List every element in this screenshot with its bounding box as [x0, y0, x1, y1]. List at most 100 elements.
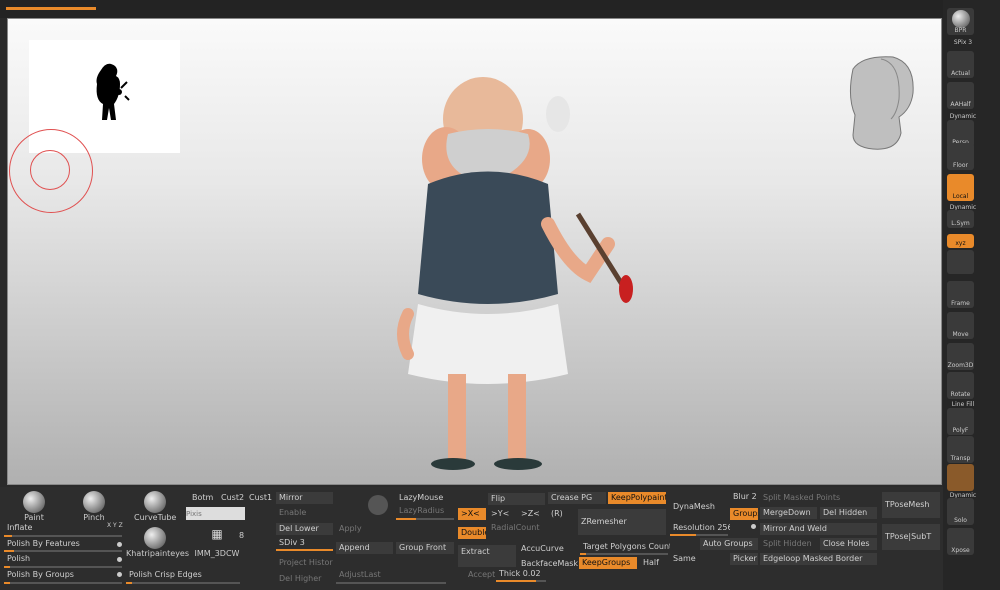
dynamesh-button[interactable]: DynaMesh — [670, 501, 726, 513]
half-button[interactable]: Half — [640, 557, 668, 569]
dynamesh-dot[interactable] — [751, 524, 756, 529]
x-symmetry-button[interactable]: >X< — [458, 508, 486, 520]
mirror-button[interactable]: Mirror — [276, 492, 333, 504]
transp-button[interactable]: Transp — [947, 436, 974, 463]
solo-button[interactable]: Solo — [947, 498, 974, 525]
khatri-brush-icon — [144, 527, 166, 549]
accucurve-button[interactable]: AccuCurve — [518, 543, 578, 555]
polish-groups-track[interactable] — [4, 582, 122, 584]
flip-button[interactable]: Flip — [488, 493, 545, 505]
inflate-axes: X Y Z — [107, 522, 123, 529]
zremesher-button[interactable]: ZRemesher — [578, 509, 666, 535]
apply-button[interactable]: Apply — [336, 523, 393, 535]
radial-symmetry-button[interactable]: (R) — [548, 508, 576, 520]
project-history-button[interactable]: Project History — [276, 557, 333, 569]
picker-button[interactable]: Picker — [730, 553, 758, 565]
accept-button[interactable]: Accept — [465, 569, 495, 581]
curvetube-brush-button[interactable]: CurveTube — [134, 491, 176, 522]
aahalf-button[interactable]: AAHalf — [947, 82, 974, 109]
polish-groups-dot[interactable] — [117, 572, 122, 577]
floor-button[interactable]: Floor — [947, 143, 974, 170]
polish-groups-slider[interactable]: Polish By Groups — [4, 569, 114, 581]
brush-search-input[interactable] — [186, 507, 245, 520]
double-button[interactable]: Double — [458, 527, 486, 539]
thick-track[interactable] — [496, 580, 546, 582]
actual-button[interactable]: Actual — [947, 51, 974, 78]
same-button[interactable]: Same — [670, 553, 700, 565]
lazymouse-button[interactable]: LazyMouse — [396, 492, 456, 504]
tpose-subt-button[interactable]: TPose|SubT — [882, 524, 940, 550]
inflate-track[interactable] — [4, 535, 122, 537]
radialcount-slider[interactable]: RadialCount — [488, 522, 576, 534]
paint-brush-icon — [23, 491, 45, 513]
adjust-last-track[interactable] — [336, 582, 446, 584]
rotate-button[interactable]: Rotate — [947, 372, 974, 399]
brush-focal-ring — [30, 150, 70, 190]
inflate-slider[interactable]: Inflate — [4, 522, 104, 534]
cust1-button[interactable]: Cust1 — [246, 492, 274, 504]
lsym-button[interactable]: L.Sym — [947, 210, 974, 228]
split-masked-button[interactable]: Split Masked Points — [760, 492, 870, 504]
polish-features-track[interactable] — [4, 550, 122, 552]
blur-slider[interactable]: Blur 2 — [730, 491, 758, 503]
del-higher-button[interactable]: Del Higher — [276, 573, 333, 585]
tposemesh-button[interactable]: TPoseMesh — [882, 492, 940, 518]
append-button[interactable]: Append — [336, 542, 393, 554]
polish-crisp-track[interactable] — [126, 582, 240, 584]
resolution-slider[interactable]: Resolution 256 — [670, 522, 730, 534]
close-holes-button[interactable]: Close Holes — [820, 538, 877, 550]
mergedown-button[interactable]: MergeDown — [760, 507, 817, 519]
polyf-button[interactable]: PolyF — [947, 408, 974, 435]
adjust-last-slider[interactable]: AdjustLast — [336, 569, 446, 581]
khatripainteyes-brush-button[interactable]: Khatripainteyes — [126, 527, 189, 558]
keeppolypaint-button[interactable]: KeepPolypaint — [608, 492, 666, 504]
group-front-button[interactable]: Group Front — [396, 542, 454, 554]
sdiv-slider[interactable]: SDiv 3 — [276, 537, 333, 549]
navigation-head[interactable] — [833, 39, 933, 159]
groups-button[interactable]: Groups — [730, 508, 758, 520]
target-polygons-slider[interactable]: Target Polygons Count 5 — [580, 541, 670, 553]
polish-crisp-slider[interactable]: Polish Crisp Edges — [126, 569, 240, 581]
polish-dot[interactable] — [117, 557, 122, 562]
enable-button[interactable]: Enable — [276, 507, 333, 519]
polish-track[interactable] — [4, 566, 122, 568]
ghost-button[interactable] — [947, 464, 974, 491]
polish-features-dot[interactable] — [117, 542, 122, 547]
cust2-button[interactable]: Cust2 — [218, 492, 246, 504]
thick-slider[interactable]: Thick 0.02 — [496, 568, 546, 580]
z-symmetry-button[interactable]: >Z< — [518, 508, 546, 520]
edgeloop-button[interactable]: Edgeloop Masked Border — [760, 553, 877, 565]
del-lower-button[interactable]: Del Lower — [276, 523, 333, 535]
bottom-tray: Paint Pinch CurveTube Botm Cust2 Cust1 K… — [0, 487, 943, 590]
sdiv-track[interactable] — [276, 549, 333, 551]
pinch-brush-button[interactable]: Pinch — [78, 491, 110, 522]
paint-brush-button[interactable]: Paint — [18, 491, 50, 522]
auto-groups-button[interactable]: Auto Groups — [700, 538, 758, 550]
target-polygons-track[interactable] — [580, 553, 668, 555]
bpr-button[interactable]: BPR — [947, 8, 974, 35]
xyz-button[interactable]: xyz — [947, 234, 974, 248]
mirror-weld-button[interactable]: Mirror And Weld — [760, 523, 877, 535]
split-hidden-button[interactable]: Split Hidden — [760, 538, 817, 550]
character-model[interactable] — [378, 74, 648, 484]
y-symmetry-button[interactable]: >Y< — [488, 508, 516, 520]
imm-brush-button[interactable]: ▦ IMM_3DCW — [194, 527, 240, 558]
crease-pg-button[interactable]: Crease PG — [548, 492, 606, 504]
extract-button[interactable]: Extract — [458, 545, 516, 567]
lazyradius-track[interactable] — [396, 518, 454, 520]
keepgroups-button[interactable]: KeepGroups — [579, 557, 637, 569]
move-button[interactable]: Move — [947, 312, 974, 339]
zoom3d-button[interactable]: Zoom3D — [947, 343, 974, 370]
lazyradius-slider[interactable]: LazyRadius — [396, 505, 456, 517]
del-hidden-button[interactable]: Del Hidden — [820, 507, 877, 519]
botm-button[interactable]: Botm — [189, 492, 217, 504]
polish-features-slider[interactable]: Polish By Features — [4, 538, 114, 550]
spix-slider[interactable]: SPix 3 — [945, 39, 981, 46]
frame-button[interactable]: Frame — [947, 281, 974, 308]
local-button[interactable]: Local — [947, 174, 974, 201]
rotate-axis-icon[interactable] — [947, 250, 974, 274]
resolution-track[interactable] — [670, 534, 728, 536]
viewport-canvas[interactable] — [7, 18, 942, 485]
xpose-button[interactable]: Xpose — [947, 528, 974, 555]
polish-slider[interactable]: Polish — [4, 553, 114, 565]
